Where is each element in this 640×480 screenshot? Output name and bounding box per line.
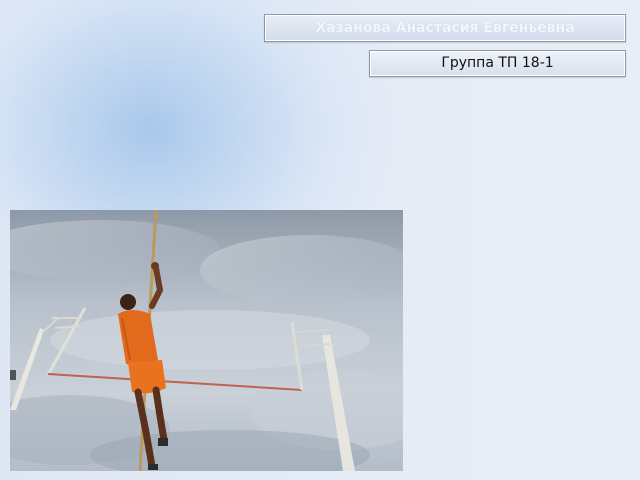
author-name: Хазанова Анастасия Евгеньевна (315, 20, 575, 36)
photo-illustration (10, 210, 403, 471)
group-label-box: Группа ТП 18-1 (369, 50, 626, 77)
group-label: Группа ТП 18-1 (441, 55, 554, 71)
cloud (50, 310, 370, 370)
author-name-box: Хазанова Анастасия Евгеньевна (264, 14, 626, 42)
pole-vaulter-photo (10, 210, 403, 471)
